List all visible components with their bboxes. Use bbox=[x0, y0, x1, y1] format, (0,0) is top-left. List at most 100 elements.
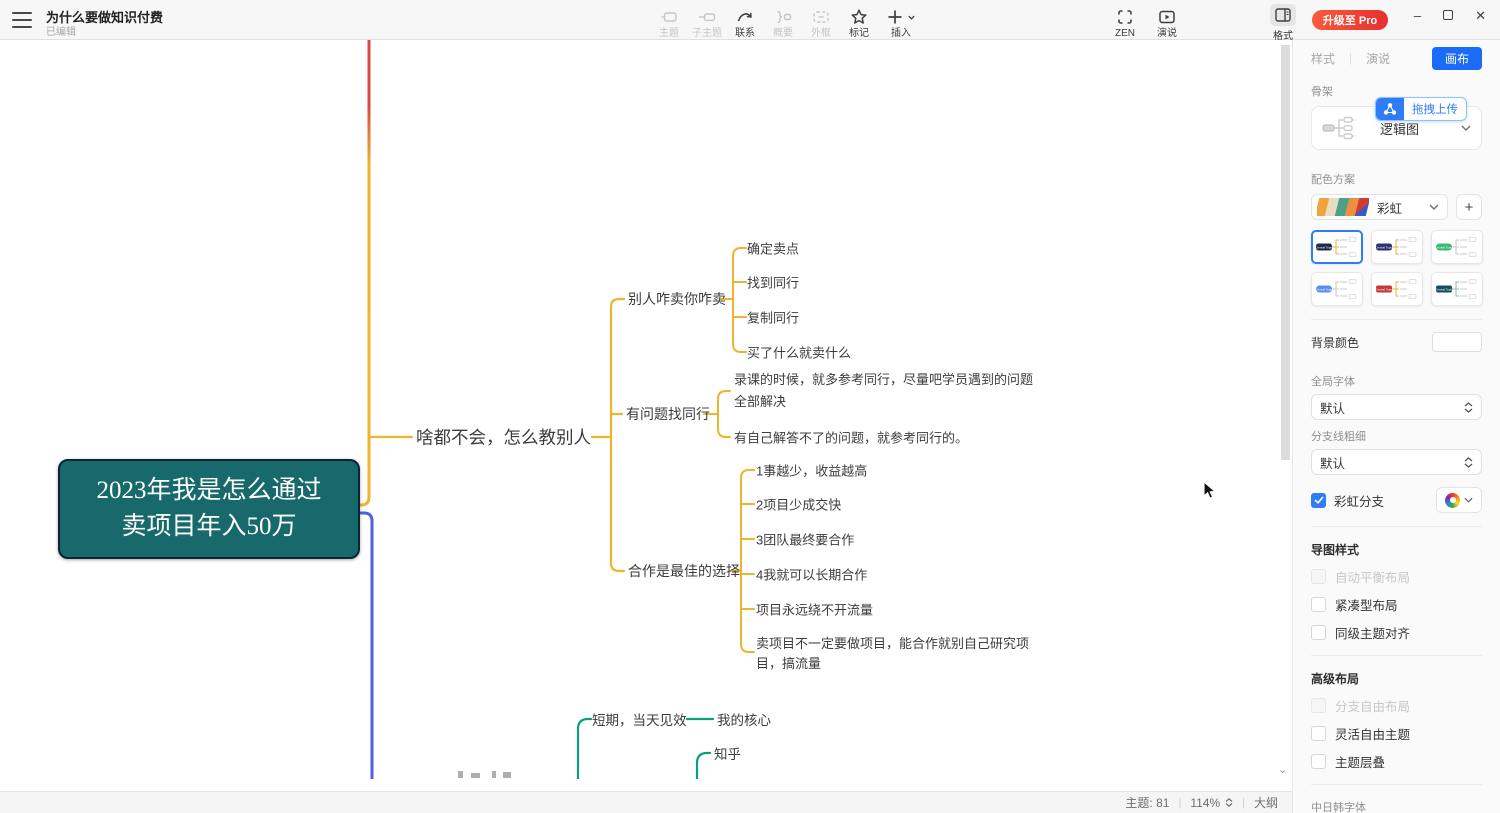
topic-node[interactable]: 知乎 bbox=[714, 743, 741, 763]
insert-button[interactable]: 插入 bbox=[878, 4, 924, 39]
topic-node[interactable]: 啥都不会，怎么教别人 bbox=[416, 425, 591, 450]
chevron-down-icon bbox=[1429, 204, 1439, 210]
topic-node[interactable]: 2项目少成交快 bbox=[756, 495, 841, 514]
topic-button: 主题 bbox=[650, 4, 688, 39]
skeleton-select[interactable]: 逻辑图 拖拽上传 bbox=[1311, 106, 1482, 150]
central-topic-line2: 卖项目年入50万 bbox=[121, 509, 296, 545]
topic-node[interactable]: 复制同行 bbox=[747, 308, 799, 327]
topic-node[interactable]: 3团队最终要合作 bbox=[756, 530, 854, 549]
rainbow-swatch-icon bbox=[1317, 198, 1369, 216]
status-bar: 主题: 81 | 114% | 大纲 bbox=[0, 791, 1292, 813]
divider bbox=[1311, 784, 1482, 785]
drag-upload-badge[interactable]: 拖拽上传 bbox=[1375, 97, 1467, 121]
tab-canvas[interactable]: 画布 bbox=[1432, 47, 1482, 70]
zen-icon bbox=[1115, 7, 1135, 27]
theme-card[interactable]: Central Topic bbox=[1371, 272, 1423, 306]
rainbow-branch-checkbox[interactable] bbox=[1311, 493, 1326, 508]
topic-node[interactable]: 卖项目不一定要做项目，能合作就别自己研究项目，搞流量 bbox=[756, 634, 1038, 674]
color-scheme-value: 彩虹 bbox=[1377, 198, 1402, 217]
drag-upload-label: 拖拽上传 bbox=[1404, 98, 1466, 120]
rainbow-color-select[interactable] bbox=[1436, 487, 1482, 513]
topic-node[interactable]: 买了什么就卖什么 bbox=[747, 343, 851, 362]
theme-card[interactable]: Central Topic bbox=[1431, 230, 1483, 264]
topic-node[interactable]: 短期，当天见效 bbox=[592, 709, 687, 729]
format-panel-icon bbox=[1270, 4, 1296, 26]
present-button[interactable]: 演说 bbox=[1146, 4, 1188, 39]
add-scheme-button[interactable]: + bbox=[1456, 194, 1482, 220]
svg-text:Central Topic: Central Topic bbox=[1435, 287, 1453, 291]
svg-text:Central Topic: Central Topic bbox=[1315, 245, 1333, 249]
boundary-button: 外框 bbox=[802, 4, 840, 39]
topic-node[interactable]: 别人咋卖你咋卖 bbox=[628, 289, 726, 309]
svg-text:Central Topic: Central Topic bbox=[1435, 245, 1453, 249]
close-icon[interactable]: ✕ bbox=[1475, 9, 1486, 22]
branch-width-label: 分支线粗细 bbox=[1311, 428, 1482, 444]
zen-button[interactable]: ZEN bbox=[1104, 4, 1146, 39]
minimize-icon[interactable]: – bbox=[1414, 9, 1421, 22]
outline-button[interactable]: 大纲 bbox=[1254, 794, 1278, 811]
option-compact-layout[interactable]: 紧凑型布局 bbox=[1311, 595, 1482, 614]
window-controls: – ✕ bbox=[1414, 0, 1494, 30]
topic-node[interactable]: 录课的时候，就多参考同行，尽量吧学员遇到的问题全部解决 bbox=[734, 369, 1034, 413]
topic-node[interactable]: 找到同行 bbox=[747, 273, 799, 292]
checkbox bbox=[1311, 698, 1326, 713]
summary-icon bbox=[773, 7, 793, 27]
option-sibling-align[interactable]: 同级主题对齐 bbox=[1311, 623, 1482, 642]
background-color-swatch[interactable] bbox=[1432, 332, 1482, 352]
tab-style[interactable]: 样式 bbox=[1311, 50, 1335, 67]
central-topic[interactable]: 2023年我是怎么通过 卖项目年入50万 bbox=[58, 459, 360, 559]
chevron-down-icon bbox=[1461, 125, 1471, 131]
option-topic-overlap[interactable]: 主题层叠 bbox=[1311, 752, 1482, 771]
topic-count: 主题: 81 bbox=[1125, 794, 1169, 811]
topic-node[interactable]: 项目永远绕不开流量 bbox=[756, 600, 873, 619]
topic-node[interactable]: 合作是最佳的选择 bbox=[628, 561, 740, 581]
rainbow-branch-label: 彩虹分支 bbox=[1334, 491, 1384, 510]
theme-card[interactable]: Central Topic bbox=[1371, 230, 1423, 264]
scroll-right-icon[interactable]: › bbox=[1276, 778, 1280, 779]
zoom-level[interactable]: 114% bbox=[1190, 796, 1220, 810]
skeleton-value: 逻辑图 bbox=[1380, 119, 1419, 138]
logic-map-icon bbox=[1322, 114, 1366, 142]
checkbox[interactable] bbox=[1311, 625, 1326, 640]
upgrade-pro-button[interactable]: 升级至 Pro bbox=[1312, 10, 1388, 30]
tab-present[interactable]: 演说 bbox=[1366, 50, 1390, 67]
play-icon bbox=[1157, 7, 1177, 27]
scroll-down-icon[interactable]: ⌄ bbox=[1278, 763, 1287, 776]
zoom-stepper-icon[interactable] bbox=[1225, 798, 1233, 807]
upload-cluster-icon bbox=[1376, 98, 1404, 120]
global-font-select[interactable]: 默认 bbox=[1311, 394, 1482, 420]
option-branch-free-layout: 分支自由布局 bbox=[1311, 696, 1482, 715]
checkbox[interactable] bbox=[1311, 754, 1326, 769]
marker-button[interactable]: 标记 bbox=[840, 4, 878, 39]
option-flexible-topic[interactable]: 灵活自由主题 bbox=[1311, 724, 1482, 743]
cjk-font-label: 中日韩字体 bbox=[1311, 799, 1482, 813]
background-color-label: 背景颜色 bbox=[1311, 334, 1359, 351]
color-scheme-select[interactable]: 彩虹 bbox=[1311, 194, 1448, 220]
theme-card[interactable]: Central Topic bbox=[1311, 272, 1363, 306]
menu-icon[interactable] bbox=[12, 12, 32, 28]
clipped-topic-fragment bbox=[503, 772, 511, 778]
topic-node[interactable]: 有问题找同行 bbox=[626, 404, 710, 424]
summary-button: 概要 bbox=[764, 4, 802, 39]
checkbox bbox=[1311, 569, 1326, 584]
topic-node[interactable]: 4我就可以长期合作 bbox=[756, 565, 867, 584]
svg-text:Central Topic: Central Topic bbox=[1375, 287, 1393, 291]
checkbox[interactable] bbox=[1311, 726, 1326, 741]
topic-node[interactable]: 我的核心 bbox=[717, 709, 771, 729]
relationship-button[interactable]: 联系 bbox=[726, 4, 764, 39]
branch-width-select[interactable]: 默认 bbox=[1311, 449, 1482, 475]
vertical-scrollbar-thumb[interactable] bbox=[1281, 45, 1290, 460]
maximize-icon[interactable] bbox=[1443, 10, 1453, 20]
mindmap-canvas[interactable]: 2023年我是怎么通过 卖项目年入50万 啥都不会，怎么教别人 别人咋卖你咋卖 … bbox=[0, 40, 1292, 779]
topic-node[interactable]: 确定卖点 bbox=[747, 239, 799, 258]
theme-card[interactable]: Central Topic bbox=[1431, 272, 1483, 306]
zoom-control[interactable]: 114% bbox=[1190, 796, 1233, 810]
star-icon bbox=[849, 7, 869, 27]
global-font-label: 全局字体 bbox=[1311, 373, 1482, 389]
panel-tabs: 样式 | 演说 画布 bbox=[1311, 47, 1482, 69]
theme-card[interactable]: Central Topic bbox=[1311, 230, 1363, 264]
format-button[interactable]: 格式 bbox=[1262, 4, 1304, 42]
topic-node[interactable]: 1事越少，收益越高 bbox=[756, 461, 867, 480]
checkbox[interactable] bbox=[1311, 597, 1326, 612]
topic-node[interactable]: 有自己解答不了的问题，就参考同行的。 bbox=[734, 428, 968, 447]
